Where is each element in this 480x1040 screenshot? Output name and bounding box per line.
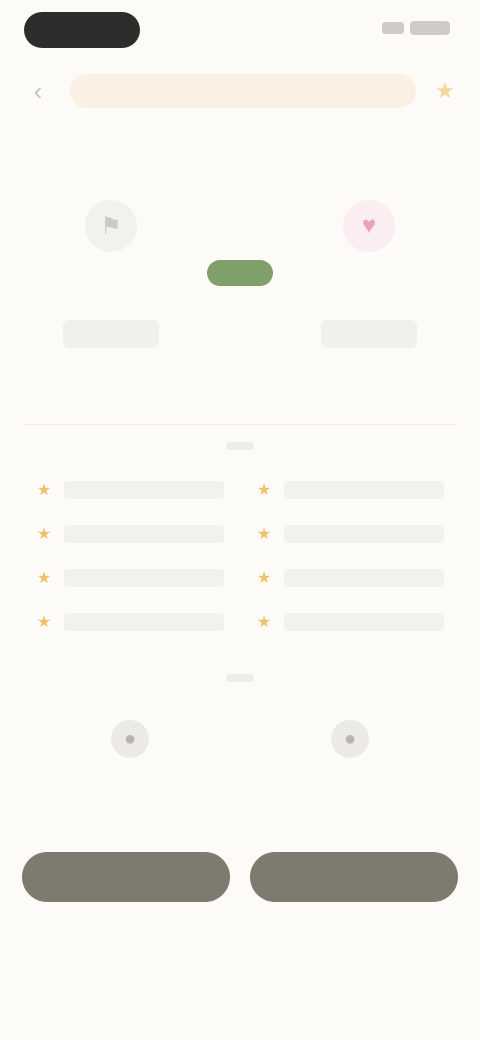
banner-text: [70, 74, 416, 108]
avatar: ●: [111, 720, 149, 758]
players-row: ● ●: [0, 720, 480, 830]
left-action-button[interactable]: [22, 852, 230, 902]
match-card: ⚑ ♥: [0, 180, 480, 390]
home-team[interactable]: ⚑: [36, 200, 186, 348]
player-left[interactable]: ●: [70, 720, 190, 776]
players-section-title: [226, 674, 254, 682]
battery-icon: [410, 21, 450, 35]
back-icon[interactable]: ‹: [20, 73, 56, 109]
stat-label: [64, 525, 224, 543]
stats-right-column: ★ ★ ★ ★: [256, 478, 444, 634]
stat-row: ★: [36, 566, 224, 590]
header-banner: ‹ ★: [20, 66, 460, 116]
star-icon: ★: [36, 570, 52, 587]
status-pill: [24, 12, 140, 48]
star-icon: ★: [256, 482, 272, 499]
divider: [24, 424, 456, 425]
stat-label: [284, 569, 444, 587]
stat-row: ★: [256, 478, 444, 502]
status-bar: [0, 0, 480, 56]
stat-row: ★: [36, 478, 224, 502]
stat-label: [284, 525, 444, 543]
score-badge: [207, 260, 273, 286]
away-team-logo-icon: ♥: [343, 200, 395, 252]
stat-row: ★: [36, 610, 224, 634]
action-bar: [22, 852, 458, 902]
star-icon: ★: [36, 482, 52, 499]
home-team-logo-icon: ⚑: [85, 200, 137, 252]
star-icon: ★: [36, 526, 52, 543]
stat-row: ★: [36, 522, 224, 546]
avatar: ●: [331, 720, 369, 758]
player-right[interactable]: ●: [290, 720, 410, 776]
stat-label: [64, 569, 224, 587]
star-icon: ★: [256, 614, 272, 631]
star-icon: ★: [36, 614, 52, 631]
stats-left-column: ★ ★ ★ ★: [36, 478, 224, 634]
stats-grid: ★ ★ ★ ★ ★ ★ ★ ★: [36, 478, 444, 634]
stat-label: [284, 613, 444, 631]
home-team-name: [63, 320, 159, 348]
stat-row: ★: [256, 566, 444, 590]
signal-icon: [382, 22, 404, 34]
stat-label: [64, 613, 224, 631]
star-icon: ★: [256, 570, 272, 587]
stat-row: ★: [256, 610, 444, 634]
stat-label: [284, 481, 444, 499]
right-action-button[interactable]: [250, 852, 458, 902]
star-icon: ★: [256, 526, 272, 543]
stat-row: ★: [256, 522, 444, 546]
stats-section-title: [226, 442, 254, 450]
status-icons: [354, 18, 450, 38]
stat-label: [64, 481, 224, 499]
away-team-name: [321, 320, 417, 348]
away-team[interactable]: ♥: [294, 200, 444, 348]
star-icon[interactable]: ★: [430, 78, 460, 104]
